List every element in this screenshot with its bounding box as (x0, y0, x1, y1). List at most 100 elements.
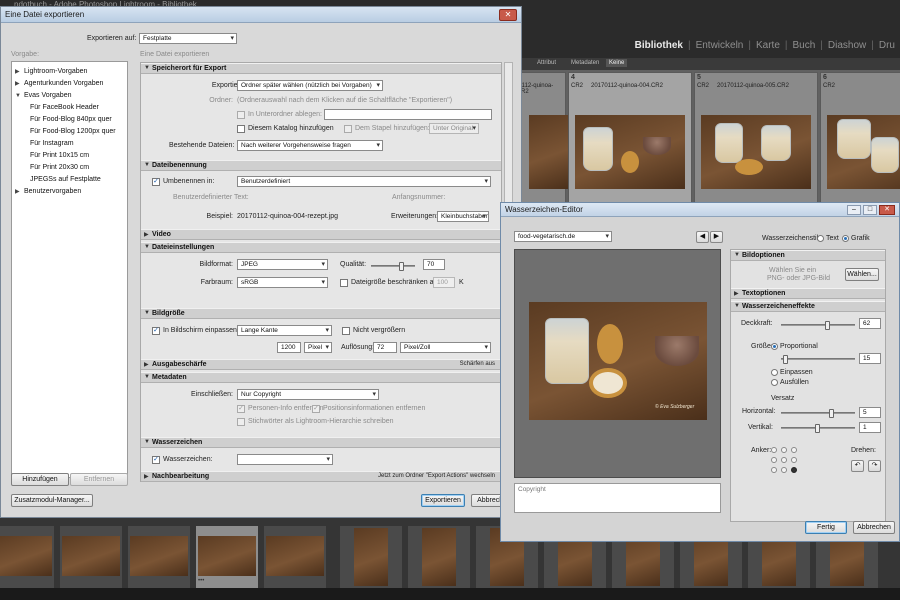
size-input[interactable]: 15 (859, 353, 881, 364)
watermark-select[interactable] (237, 454, 333, 465)
plugin-manager-button[interactable]: Zusatzmodul-Manager... (11, 494, 93, 507)
choose-image-button[interactable]: Wählen... (845, 268, 879, 281)
expand-triangle-icon[interactable]: ▶ (15, 78, 20, 90)
resolution-unit-select[interactable]: Pixel/Zoll (400, 342, 491, 353)
size-fit-radio[interactable] (771, 369, 778, 376)
filmstrip-thumbnail[interactable] (0, 526, 54, 588)
section-video-header[interactable]: ▶ Video (141, 229, 501, 240)
remove-preset-button[interactable]: Entfernen (70, 473, 128, 486)
stack-select[interactable]: Unter Original (429, 123, 479, 134)
preset-item[interactable]: ▶ Agenturkunden Vorgaben (12, 78, 127, 90)
section-metadata-header[interactable]: ▼ Metadaten (141, 372, 501, 383)
keywords-hierarchy-checkbox[interactable] (237, 418, 245, 426)
filter-none[interactable]: Keine (606, 59, 628, 67)
rotate-right-icon[interactable]: ↷ (868, 460, 881, 472)
next-image-icon[interactable]: ▶ (710, 231, 723, 243)
collapse-triangle-icon[interactable]: ▼ (15, 90, 21, 102)
preset-item[interactable]: JPEGSs auf Festplatte (12, 174, 127, 186)
section-post-processing-header[interactable]: ▶ Nachbearbeitung Jetzt zum Ordner "Expo… (141, 471, 501, 482)
fit-screen-select[interactable]: Lange Kante (237, 325, 332, 336)
minimize-icon[interactable]: – (847, 205, 861, 215)
filmstrip-thumbnail[interactable] (264, 526, 326, 588)
maximize-icon[interactable]: □ (863, 205, 877, 215)
expand-triangle-icon[interactable]: ▶ (15, 186, 20, 198)
module-book[interactable]: Buch (788, 40, 821, 51)
quality-slider[interactable] (371, 262, 415, 271)
horizontal-slider[interactable] (781, 409, 855, 418)
rename-select[interactable]: Benutzerdefiniert (237, 176, 491, 187)
filmstrip-thumbnail[interactable] (340, 526, 402, 588)
preset-item[interactable]: Für Instagram (12, 138, 127, 150)
grid-cell[interactable]: 5 CR2 20170112-quinoa-005.CR2 (694, 72, 818, 216)
watermark-preset-select[interactable]: food-vegetarisch.de (514, 231, 612, 242)
size-fill-radio[interactable] (771, 379, 778, 386)
add-stack-checkbox[interactable] (344, 125, 352, 133)
section-file-settings-header[interactable]: ▼ Dateieinstellungen (141, 242, 501, 253)
remove-location-checkbox[interactable]: ✓ (312, 405, 320, 413)
add-preset-button[interactable]: Hinzufügen (11, 473, 69, 486)
slider-knob[interactable] (825, 321, 830, 330)
preset-item[interactable]: Für Print 20x30 cm (12, 162, 127, 174)
copyright-textarea[interactable]: Copyright (514, 483, 721, 513)
filmstrip-thumbnail[interactable] (408, 526, 470, 588)
slider-knob[interactable] (815, 424, 820, 433)
section-effects-header[interactable]: ▼ Wasserzeicheneffekte (731, 301, 885, 312)
section-text-options-header[interactable]: ▶ Textoptionen (731, 288, 885, 299)
style-text-radio[interactable] (817, 235, 824, 242)
resolution-input[interactable]: 72 (373, 342, 397, 353)
section-location-header[interactable]: ▼ Speicherort für Export (141, 63, 501, 74)
preset-item[interactable]: ▶ Benutzervorgaben (12, 186, 127, 198)
done-button[interactable]: Fertig (805, 521, 847, 534)
preset-item[interactable]: Für Food-Blog 840px quer (12, 114, 127, 126)
module-library[interactable]: Bibliothek (630, 40, 688, 51)
opacity-input[interactable]: 62 (859, 318, 881, 329)
slider-knob[interactable] (783, 355, 788, 364)
anchor-middle-left[interactable] (771, 457, 777, 463)
export-in-select[interactable]: Ordner später wählen (nützlich bei Vorga… (237, 80, 383, 91)
horizontal-input[interactable]: 5 (859, 407, 881, 418)
size-slider[interactable] (781, 355, 855, 364)
subfolder-input[interactable] (324, 109, 492, 120)
vertical-input[interactable]: 1 (859, 422, 881, 433)
format-select[interactable]: JPEG (237, 259, 328, 270)
export-button[interactable]: Exportieren (421, 494, 465, 507)
size-input[interactable]: 1200 (277, 342, 301, 353)
size-proportional-radio[interactable] (771, 343, 778, 350)
preset-item[interactable]: Für Print 10x15 cm (12, 150, 127, 162)
remove-person-checkbox[interactable]: ✓ (237, 405, 245, 413)
module-develop[interactable]: Entwickeln (691, 40, 749, 51)
anchor-top-right[interactable] (791, 447, 797, 453)
section-sharpening-header[interactable]: ▶ Ausgabeschärfe Schärfen aus (141, 359, 501, 370)
preset-item[interactable]: Für FaceBook Header (12, 102, 127, 114)
style-graphic-radio[interactable] (842, 235, 849, 242)
fit-screen-checkbox[interactable]: ✓ (152, 327, 160, 335)
module-map[interactable]: Karte (751, 40, 785, 51)
existing-files-select[interactable]: Nach weiterer Vorgehensweise fragen (237, 140, 383, 151)
anchor-middle-right[interactable] (791, 457, 797, 463)
anchor-top-center[interactable] (781, 447, 787, 453)
anchor-center[interactable] (781, 457, 787, 463)
rename-checkbox[interactable]: ✓ (152, 178, 160, 186)
section-image-size-header[interactable]: ▼ Bildgröße (141, 308, 501, 319)
anchor-top-left[interactable] (771, 447, 777, 453)
module-slideshow[interactable]: Diashow (823, 40, 871, 51)
size-unit-select[interactable]: Pixel (304, 342, 332, 353)
section-naming-header[interactable]: ▼ Dateibenennung (141, 160, 501, 171)
vertical-slider[interactable] (781, 424, 855, 433)
no-enlarge-checkbox[interactable] (342, 327, 350, 335)
close-icon[interactable]: ✕ (879, 205, 895, 215)
grid-cell[interactable]: 6 CR2 (820, 72, 900, 216)
close-icon[interactable]: ✕ (499, 9, 517, 21)
quality-input[interactable]: 70 (423, 259, 445, 270)
preset-item[interactable]: ▶ Lightroom-Vorgaben (12, 66, 127, 78)
section-watermark-header[interactable]: ▼ Wasserzeichen (141, 437, 501, 448)
previous-image-icon[interactable]: ◀ (696, 231, 709, 243)
filter-metadata[interactable]: Metadaten (568, 59, 602, 67)
anchor-bottom-left[interactable] (771, 467, 777, 473)
watermark-checkbox[interactable]: ✓ (152, 456, 160, 464)
limit-size-checkbox[interactable] (340, 279, 348, 287)
slider-knob[interactable] (399, 262, 404, 271)
opacity-slider[interactable] (781, 321, 855, 330)
anchor-bottom-right[interactable] (791, 467, 797, 473)
export-to-select[interactable]: Festplatte (139, 33, 237, 44)
